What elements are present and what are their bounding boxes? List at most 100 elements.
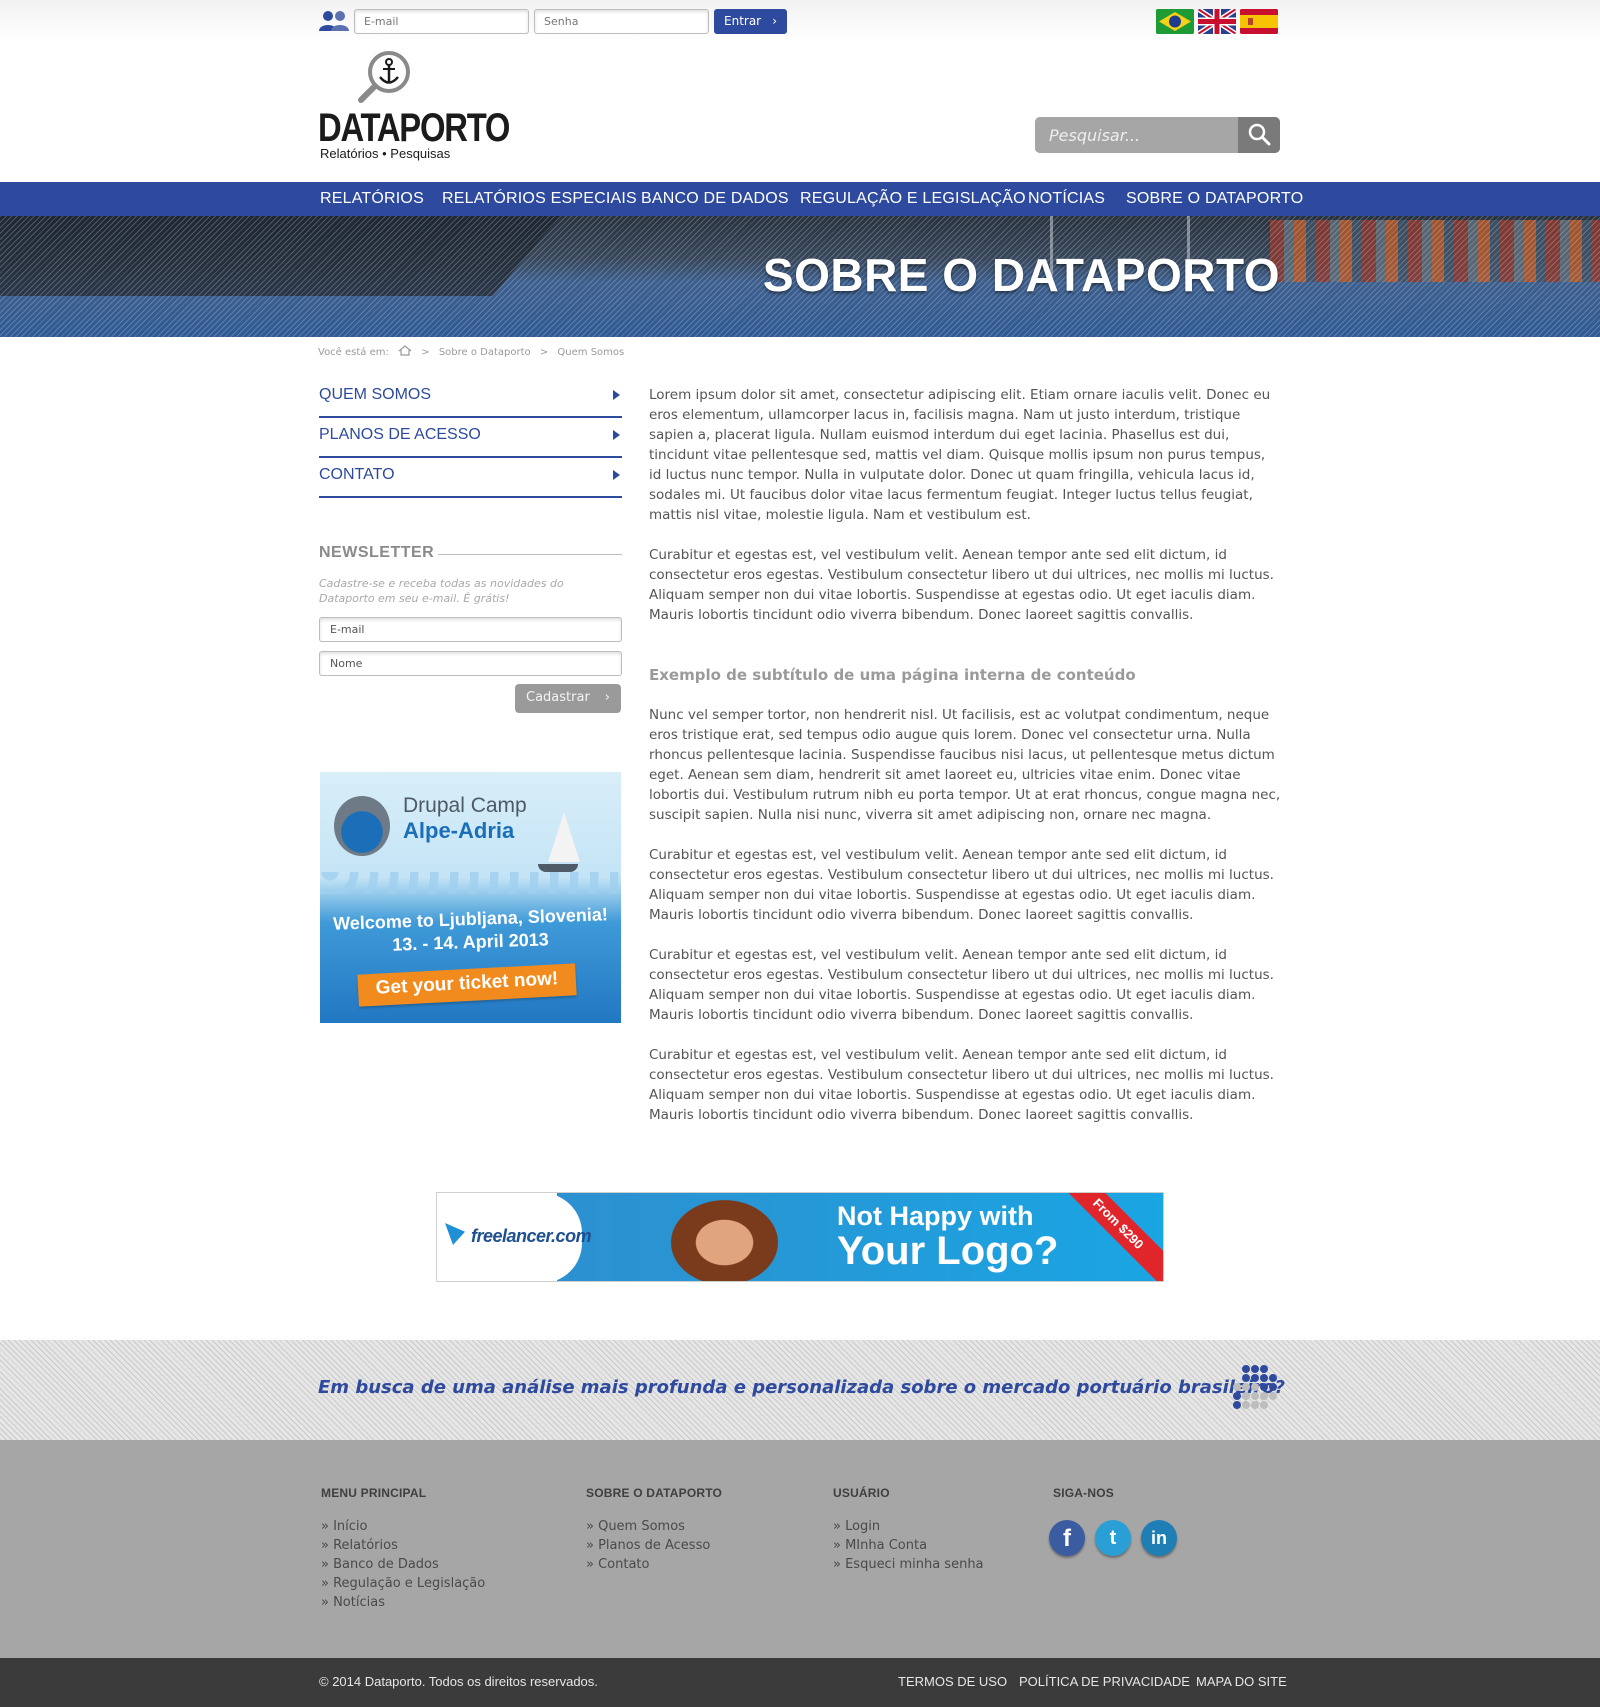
sailboat-hull-icon: [538, 864, 578, 872]
content-paragraph: Curabitur et egestas est, vel vestibulum…: [649, 947, 1274, 1023]
twitter-icon[interactable]: t: [1095, 1520, 1131, 1556]
footer-link-login[interactable]: » Login: [833, 1517, 984, 1536]
breadcrumb-prefix: Você está em:: [318, 347, 389, 358]
triangle-right-icon: [613, 470, 620, 480]
breadcrumb-item-sobre[interactable]: Sobre o Dataporto: [439, 347, 531, 358]
ad-waves-decoration: [320, 872, 621, 894]
drupal-camp-ad[interactable]: Drupal Camp Alpe-Adria Welcome to Ljublj…: [320, 772, 621, 1023]
chevron-right-icon: ›: [772, 14, 777, 28]
breadcrumb-separator: >: [539, 347, 549, 358]
side-menu-item-contato[interactable]: CONTATO: [319, 458, 622, 498]
newsletter-title: NEWSLETTER: [319, 544, 435, 561]
content-subtitle: Exemplo de subtítulo de uma página inter…: [649, 666, 1136, 684]
footer-col-title: SIGA-NOS: [1053, 1486, 1114, 1500]
triangle-right-icon: [613, 430, 620, 440]
page: E-mail Senha Entrar › DATAPORTO Relatóri…: [0, 0, 1600, 1707]
nav-item-banco-de-dados[interactable]: BANCO DE DADOS: [641, 190, 789, 208]
content-paragraph: Curabitur et egestas est, vel vestibulum…: [649, 847, 1274, 923]
content-paragraph: Nunc vel semper tortor, non hendrerit ni…: [649, 707, 1281, 823]
ad-drupal-line2: Alpe-Adria: [403, 818, 515, 843]
search-input[interactable]: Pesquisar...: [1035, 117, 1238, 153]
privacy-link[interactable]: POLÍTICA DE PRIVACIDADE: [1019, 1674, 1190, 1689]
login-email-input[interactable]: E-mail: [354, 9, 529, 34]
side-menu-label: CONTATO: [319, 466, 395, 483]
logo-subtitle: Relatórios • Pesquisas: [320, 146, 451, 161]
footer-link-relatorios[interactable]: » Relatórios: [321, 1536, 485, 1555]
freelancer-ad[interactable]: freelancer.com Not Happy with Your Logo?…: [436, 1192, 1164, 1282]
footer-col-title: USUÁRIO: [833, 1486, 890, 1500]
search-button[interactable]: [1238, 117, 1280, 153]
breadcrumb-item-current: Quem Somos: [557, 347, 625, 358]
flag-spain-icon[interactable]: [1240, 9, 1278, 34]
footer-link-inicio[interactable]: » Início: [321, 1517, 485, 1536]
nav-item-relatorios[interactable]: RELATÓRIOS: [320, 190, 424, 208]
breadcrumb-separator: >: [421, 347, 430, 358]
bottom-bar: © 2014 Dataporto. Todos os direitos rese…: [0, 1658, 1600, 1707]
dataporto-dots-icon: [1233, 1365, 1277, 1409]
side-menu-item-planos[interactable]: PLANOS DE ACESSO: [319, 418, 622, 458]
strip-text[interactable]: Em busca de uma análise mais profunda e …: [318, 1377, 1285, 1398]
nav-item-noticias[interactable]: NOTÍCIAS: [1028, 190, 1105, 208]
triangle-right-icon: [613, 390, 620, 400]
facebook-icon[interactable]: f: [1049, 1520, 1085, 1556]
footer-col-social: SIGA-NOS: [1053, 1486, 1114, 1517]
ad-freelancer-line1: Not Happy with: [837, 1201, 1034, 1231]
footer-col-menu: MENU PRINCIPAL » Início » Relatórios » B…: [321, 1486, 485, 1612]
newsletter-email-input[interactable]: E-mail: [319, 617, 622, 642]
footer: MENU PRINCIPAL » Início » Relatórios » B…: [0, 1440, 1600, 1658]
footer-link-planos[interactable]: » Planos de Acesso: [586, 1536, 722, 1555]
footer-col-title: MENU PRINCIPAL: [321, 1486, 427, 1500]
main-content: Lorem ipsum dolor sit amet, consectetur …: [649, 385, 1281, 1145]
top-bar: E-mail Senha Entrar ›: [0, 0, 1600, 42]
footer-col-title: SOBRE O DATAPORTO: [586, 1486, 723, 1500]
hero-banner: SOBRE O DATAPORTO: [0, 216, 1600, 337]
newsletter-description: Cadastre-se e receba todas as novidades …: [319, 577, 564, 605]
side-menu: QUEM SOMOS PLANOS DE ACESSO CONTATO: [319, 378, 622, 498]
search-icon: [1248, 123, 1271, 146]
hero-title: SOBRE O DATAPORTO: [762, 249, 1280, 301]
login-button-label: Entrar: [724, 14, 762, 28]
ad-drupal-line1: Drupal Camp: [403, 794, 527, 817]
side-menu-item-quem-somos[interactable]: QUEM SOMOS: [319, 378, 622, 418]
newsletter-name-input[interactable]: Nome: [319, 651, 622, 676]
cta-strip: Em busca de uma análise mais profunda e …: [0, 1340, 1600, 1440]
footer-link-esqueci-senha[interactable]: » Esqueci minha senha: [833, 1555, 984, 1574]
content-paragraph: Curabitur et egestas est, vel vestibulum…: [649, 1047, 1274, 1123]
newsletter-submit-button[interactable]: Cadastrar ›: [515, 684, 621, 713]
ad-drupal-cta[interactable]: Get your ticket now!: [357, 963, 577, 1007]
flag-brazil-icon[interactable]: [1156, 9, 1194, 34]
logo-title: DATAPORTO: [318, 106, 510, 150]
main-nav: RELATÓRIOS RELATÓRIOS ESPECIAIS BANCO DE…: [0, 182, 1600, 216]
site-logo[interactable]: DATAPORTO Relatórios • Pesquisas: [318, 50, 510, 165]
footer-link-minha-conta[interactable]: » MInha Conta: [833, 1536, 984, 1555]
ad-freelancer-line2: Your Logo?: [837, 1229, 1059, 1273]
search-box: Pesquisar...: [1035, 117, 1280, 153]
login-button[interactable]: Entrar ›: [714, 9, 787, 34]
copyright-text: © 2014 Dataporto. Todos os direitos rese…: [319, 1674, 598, 1689]
anchor-magnifier-icon: [358, 51, 410, 103]
footer-link-regulacao[interactable]: » Regulação e Legislação: [321, 1574, 485, 1593]
terms-link[interactable]: TERMOS DE USO: [898, 1674, 1007, 1689]
nav-item-relatorios-especiais[interactable]: RELATÓRIOS ESPECIAIS: [442, 190, 637, 208]
side-menu-label: PLANOS DE ACESSO: [319, 426, 481, 443]
drupal-drop-icon: [334, 796, 390, 856]
newsletter-submit-label: Cadastrar: [526, 690, 590, 705]
nav-item-sobre[interactable]: SOBRE O DATAPORTO: [1126, 190, 1303, 208]
login-password-input[interactable]: Senha: [534, 9, 709, 34]
ad-freelancer-photo: [662, 1193, 787, 1281]
nav-item-regulacao[interactable]: REGULAÇÃO E LEGISLAÇÃO: [800, 190, 1026, 208]
flag-uk-icon[interactable]: [1198, 9, 1236, 34]
footer-col-sobre: SOBRE O DATAPORTO » Quem Somos » Planos …: [586, 1486, 722, 1574]
sitemap-link[interactable]: MAPA DO SITE: [1196, 1674, 1287, 1689]
ad-freelancer-brand: freelancer.com: [471, 1226, 592, 1246]
footer-link-banco[interactable]: » Banco de Dados: [321, 1555, 485, 1574]
breadcrumb: Você está em: > Sobre o Dataporto > Quem…: [318, 345, 630, 358]
footer-link-contato[interactable]: » Contato: [586, 1555, 722, 1574]
home-icon[interactable]: [398, 345, 412, 356]
content-paragraph: Curabitur et egestas est, vel vestibulum…: [649, 547, 1274, 623]
side-menu-label: QUEM SOMOS: [319, 386, 432, 403]
linkedin-icon[interactable]: in: [1141, 1520, 1177, 1556]
footer-link-noticias[interactable]: » Notícias: [321, 1593, 485, 1612]
footer-link-quem-somos[interactable]: » Quem Somos: [586, 1517, 722, 1536]
footer-col-usuario: USUÁRIO » Login » MInha Conta » Esqueci …: [833, 1486, 984, 1574]
